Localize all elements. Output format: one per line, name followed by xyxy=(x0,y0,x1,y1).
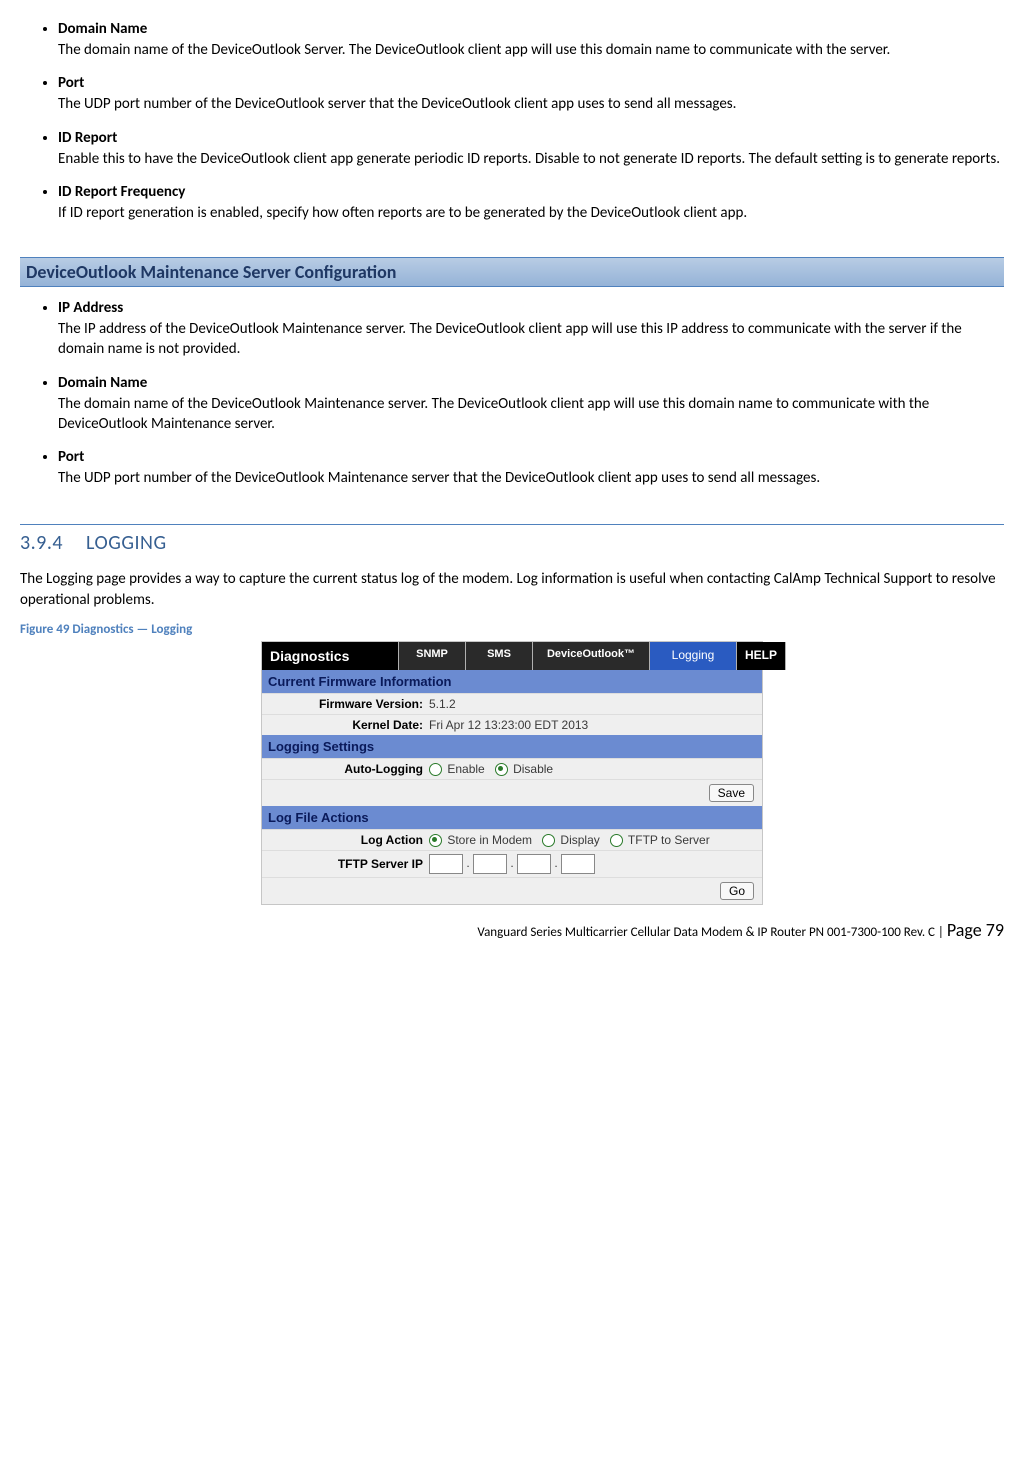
radio-display[interactable] xyxy=(542,834,555,847)
section-logging-settings: Logging Settings xyxy=(262,735,762,758)
tftp-ip-fields: . . . xyxy=(429,854,595,874)
term: IP Address xyxy=(58,299,1004,317)
tab-sms[interactable]: SMS xyxy=(466,642,533,670)
section-firmware-info: Current Firmware Information xyxy=(262,670,762,693)
row-save: Save xyxy=(262,779,762,806)
tftp-ip-octet-1[interactable] xyxy=(429,854,463,874)
row-log-action: Log Action Store in Modem Display TFTP t… xyxy=(262,829,762,850)
list-item: Domain Name The domain name of the Devic… xyxy=(58,20,1004,60)
save-button[interactable]: Save xyxy=(709,784,754,802)
figure-caption: Figure 49 Diagnostics — Logging xyxy=(20,622,1004,637)
radio-enable[interactable] xyxy=(429,763,442,776)
definition-list-2: IP Address The IP address of the DeviceO… xyxy=(20,299,1004,488)
radio-disable[interactable] xyxy=(495,763,508,776)
tab-snmp[interactable]: SNMP xyxy=(399,642,466,670)
term: Port xyxy=(58,448,1004,466)
tab-logging[interactable]: Logging xyxy=(650,642,737,670)
list-item: IP Address The IP address of the DeviceO… xyxy=(58,299,1004,360)
page-footer: Vanguard Series Multicarrier Cellular Da… xyxy=(20,919,1004,941)
auto-logging-options: Enable Disable xyxy=(429,762,553,776)
value-firmware-version: 5.1.2 xyxy=(429,697,456,711)
term: ID Report xyxy=(58,129,1004,147)
description: The UDP port number of the DeviceOutlook… xyxy=(58,94,1004,114)
section-heading-maintenance: DeviceOutlook Maintenance Server Configu… xyxy=(20,257,1004,287)
log-action-options: Store in Modem Display TFTP to Server xyxy=(429,833,710,847)
go-button[interactable]: Go xyxy=(720,882,754,900)
label-kernel-date: Kernel Date: xyxy=(268,718,429,732)
label-auto-logging: Auto-Logging xyxy=(268,762,429,776)
radio-enable-label: Enable xyxy=(447,762,484,776)
term: Domain Name xyxy=(58,20,1004,38)
radio-display-label: Display xyxy=(560,833,599,847)
section-log-file-actions: Log File Actions xyxy=(262,806,762,829)
logging-paragraph: The Logging page provides a way to captu… xyxy=(20,569,1004,610)
footer-text: Vanguard Series Multicarrier Cellular Da… xyxy=(477,925,946,940)
definition-list-1: Domain Name The domain name of the Devic… xyxy=(20,20,1004,223)
radio-store[interactable] xyxy=(429,834,442,847)
tab-deviceoutlook[interactable]: DeviceOutlook™ xyxy=(533,642,650,670)
tftp-ip-octet-4[interactable] xyxy=(561,854,595,874)
list-item: ID Report Frequency If ID report generat… xyxy=(58,183,1004,223)
label-tftp-server-ip: TFTP Server IP xyxy=(268,857,429,871)
description: If ID report generation is enabled, spec… xyxy=(58,203,1004,223)
list-item: Port The UDP port number of the DeviceOu… xyxy=(58,448,1004,488)
radio-tftp-label: TFTP to Server xyxy=(628,833,710,847)
list-item: Domain Name The domain name of the Devic… xyxy=(58,374,1004,435)
heading-number: 3.9.4 xyxy=(20,531,63,555)
description: Enable this to have the DeviceOutlook cl… xyxy=(58,149,1004,169)
heading-logging: 3.9.4 LOGGING xyxy=(20,524,1004,559)
tab-help[interactable]: HELP xyxy=(737,642,786,670)
label-firmware-version: Firmware Version: xyxy=(268,697,429,711)
row-auto-logging: Auto-Logging Enable Disable xyxy=(262,758,762,779)
description: The domain name of the DeviceOutlook Mai… xyxy=(58,394,1004,435)
row-firmware-version: Firmware Version: 5.1.2 xyxy=(262,693,762,714)
tftp-ip-octet-3[interactable] xyxy=(517,854,551,874)
label-log-action: Log Action xyxy=(268,833,429,847)
description: The domain name of the DeviceOutlook Ser… xyxy=(58,40,1004,60)
term: Port xyxy=(58,74,1004,92)
row-kernel-date: Kernel Date: Fri Apr 12 13:23:00 EDT 201… xyxy=(262,714,762,735)
radio-tftp[interactable] xyxy=(610,834,623,847)
footer-page-word: Page xyxy=(947,919,986,941)
list-item: Port The UDP port number of the DeviceOu… xyxy=(58,74,1004,114)
row-tftp-server-ip: TFTP Server IP . . . xyxy=(262,850,762,877)
radio-disable-label: Disable xyxy=(513,762,553,776)
radio-store-label: Store in Modem xyxy=(447,833,532,847)
logging-screenshot: Diagnostics SNMP SMS DeviceOutlook™ Logg… xyxy=(261,641,763,906)
description: The IP address of the DeviceOutlook Main… xyxy=(58,319,1004,360)
footer-page-number: 79 xyxy=(986,919,1004,941)
tab-bar: Diagnostics SNMP SMS DeviceOutlook™ Logg… xyxy=(262,642,762,670)
heading-title: LOGGING xyxy=(86,531,167,555)
value-kernel-date: Fri Apr 12 13:23:00 EDT 2013 xyxy=(429,718,588,732)
tftp-ip-octet-2[interactable] xyxy=(473,854,507,874)
list-item: ID Report Enable this to have the Device… xyxy=(58,129,1004,169)
tab-diagnostics[interactable]: Diagnostics xyxy=(262,642,399,670)
term: ID Report Frequency xyxy=(58,183,1004,201)
description: The UDP port number of the DeviceOutlook… xyxy=(58,468,1004,488)
term: Domain Name xyxy=(58,374,1004,392)
row-go: Go xyxy=(262,877,762,904)
